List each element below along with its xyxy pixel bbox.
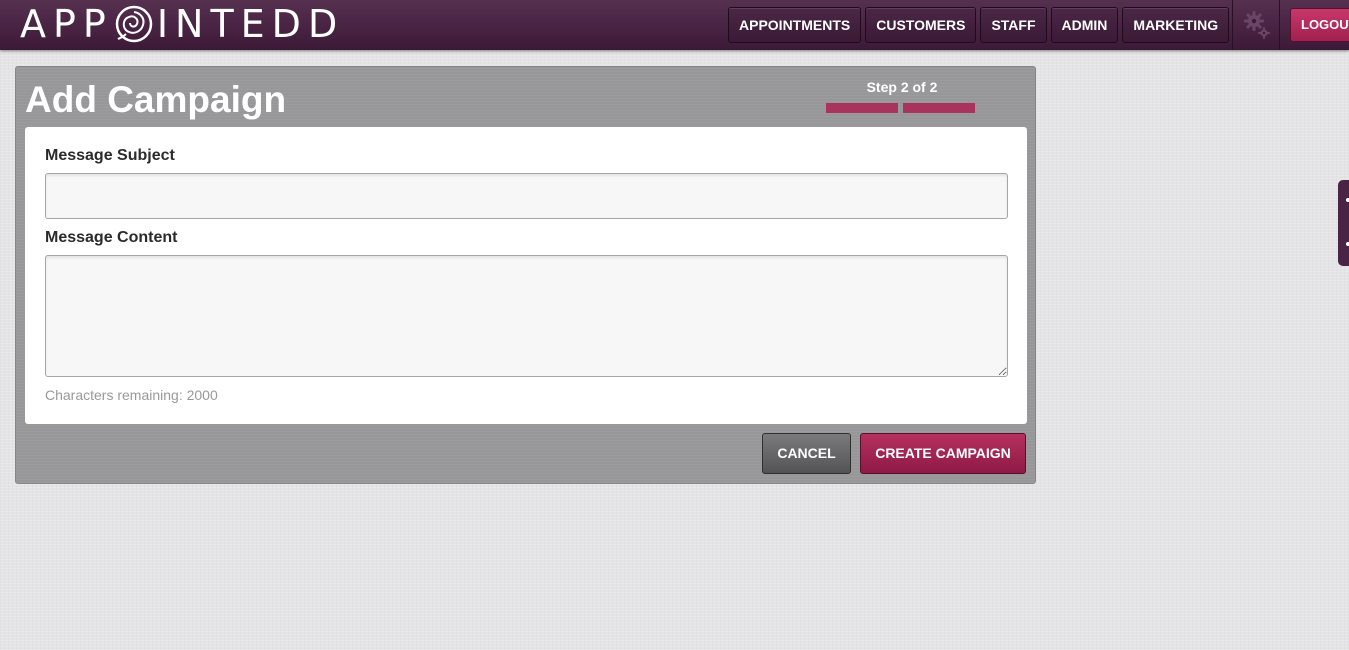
appointedd-logo[interactable]: APP INTEDD xyxy=(20,2,344,46)
add-campaign-panel: Add Campaign Step 2 of 2 Message Subject… xyxy=(15,66,1036,484)
message-content-label: Message Content xyxy=(45,229,178,246)
nav-customers[interactable]: CUSTOMERS xyxy=(865,7,977,43)
message-subject-label: Message Subject xyxy=(45,147,175,164)
side-feedback-tab[interactable] xyxy=(1338,180,1349,266)
rose-logo-icon xyxy=(115,5,153,43)
top-navigation-bar: APP INTEDD APPOINTMENTS CUSTOMERS STAFF … xyxy=(0,0,1349,50)
main-nav: APPOINTMENTS CUSTOMERS STAFF ADMIN MARKE… xyxy=(728,7,1233,43)
nav-marketing[interactable]: MARKETING xyxy=(1122,7,1230,43)
nav-staff[interactable]: STAFF xyxy=(980,7,1047,43)
page-title: Add Campaign xyxy=(25,79,287,120)
characters-remaining: Characters remaining: 2000 xyxy=(45,387,218,403)
nav-appointments[interactable]: APPOINTMENTS xyxy=(728,7,862,43)
gear-icon xyxy=(1244,11,1270,39)
logout-button[interactable]: LOGOUT xyxy=(1290,8,1349,42)
cancel-button[interactable]: CANCEL xyxy=(762,433,851,474)
settings-button[interactable] xyxy=(1232,0,1280,50)
nav-admin[interactable]: ADMIN xyxy=(1050,7,1119,43)
campaign-form: Message Subject Message Content Characte… xyxy=(25,127,1027,424)
create-campaign-button[interactable]: CREATE CAMPAIGN xyxy=(860,433,1026,474)
step-1-bar xyxy=(826,103,898,113)
step-2-bar xyxy=(903,103,975,113)
step-indicator-text: Step 2 of 2 xyxy=(866,79,938,95)
message-content-textarea[interactable] xyxy=(45,255,1008,377)
logo-text-right: INTEDD xyxy=(156,2,345,46)
logo-text-left: APP xyxy=(20,2,113,46)
message-subject-input[interactable] xyxy=(45,173,1008,219)
